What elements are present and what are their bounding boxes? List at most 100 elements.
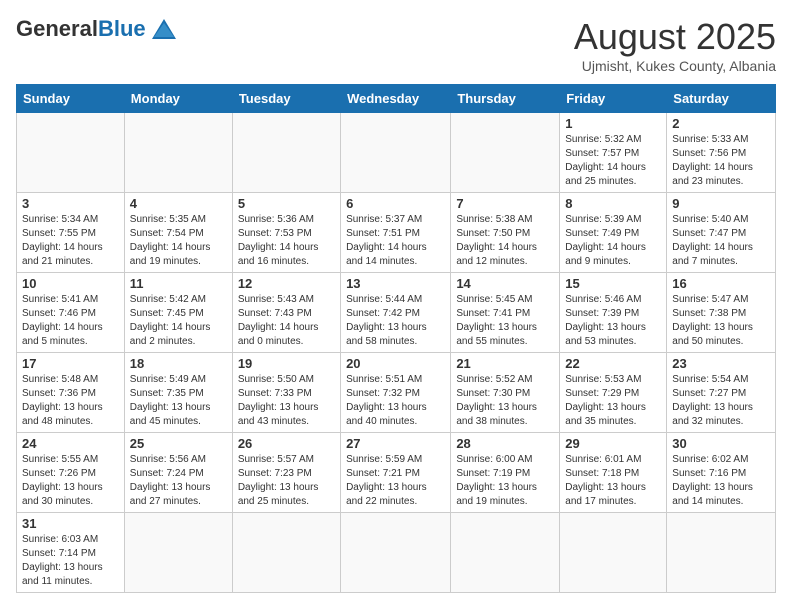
day-info: Sunrise: 5:33 AM Sunset: 7:56 PM Dayligh…	[672, 133, 770, 189]
calendar-week-row: 17 Sunrise: 5:48 AM Sunset: 7:36 PM Dayli…	[17, 353, 776, 433]
calendar-day-cell: 26 Sunrise: 5:57 AM Sunset: 7:23 PM Dayli…	[232, 433, 340, 513]
calendar-day-cell: 29 Sunrise: 6:01 AM Sunset: 7:18 PM Dayli…	[560, 433, 667, 513]
day-info: Sunrise: 5:53 AM Sunset: 7:29 PM Dayligh…	[565, 373, 661, 429]
calendar-day-cell	[232, 513, 340, 593]
day-number: 17	[22, 356, 119, 371]
calendar-body: 1 Sunrise: 5:32 AM Sunset: 7:57 PM Daylig…	[17, 113, 776, 593]
day-info: Sunrise: 5:41 AM Sunset: 7:46 PM Dayligh…	[22, 293, 119, 349]
day-info: Sunrise: 6:03 AM Sunset: 7:14 PM Dayligh…	[22, 533, 119, 589]
month-year-title: August 2025	[574, 16, 776, 58]
day-number: 22	[565, 356, 661, 371]
calendar-day-cell: 22 Sunrise: 5:53 AM Sunset: 7:29 PM Dayli…	[560, 353, 667, 433]
calendar-day-cell: 28 Sunrise: 6:00 AM Sunset: 7:19 PM Dayli…	[451, 433, 560, 513]
day-info: Sunrise: 5:43 AM Sunset: 7:43 PM Dayligh…	[238, 293, 335, 349]
day-info: Sunrise: 5:32 AM Sunset: 7:57 PM Dayligh…	[565, 133, 661, 189]
calendar-day-cell	[341, 513, 451, 593]
day-number: 1	[565, 116, 661, 131]
day-number: 14	[456, 276, 554, 291]
calendar-day-cell: 3 Sunrise: 5:34 AM Sunset: 7:55 PM Daylig…	[17, 193, 125, 273]
calendar-day-cell: 30Sunrise: 6:02 AM Sunset: 7:16 PM Dayli…	[667, 433, 776, 513]
day-info: Sunrise: 5:35 AM Sunset: 7:54 PM Dayligh…	[130, 213, 227, 269]
day-info: Sunrise: 5:39 AM Sunset: 7:49 PM Dayligh…	[565, 213, 661, 269]
day-info: Sunrise: 5:34 AM Sunset: 7:55 PM Dayligh…	[22, 213, 119, 269]
calendar-day-cell	[232, 113, 340, 193]
header-thursday: Thursday	[451, 85, 560, 113]
calendar-table: Sunday Monday Tuesday Wednesday Thursday…	[16, 84, 776, 593]
day-number: 6	[346, 196, 445, 211]
calendar-day-cell: 8Sunrise: 5:39 AM Sunset: 7:49 PM Daylig…	[560, 193, 667, 273]
calendar-day-cell	[17, 113, 125, 193]
header: General Blue August 2025 Ujmisht, Kukes …	[16, 16, 776, 74]
title-section: August 2025 Ujmisht, Kukes County, Alban…	[574, 16, 776, 74]
day-number: 23	[672, 356, 770, 371]
logo: General Blue	[16, 16, 178, 42]
day-number: 12	[238, 276, 335, 291]
day-number: 2	[672, 116, 770, 131]
calendar-day-cell	[124, 113, 232, 193]
day-number: 30	[672, 436, 770, 451]
day-number: 13	[346, 276, 445, 291]
day-info: Sunrise: 5:37 AM Sunset: 7:51 PM Dayligh…	[346, 213, 445, 269]
day-number: 20	[346, 356, 445, 371]
day-number: 27	[346, 436, 445, 451]
day-number: 10	[22, 276, 119, 291]
calendar-week-row: 10 Sunrise: 5:41 AM Sunset: 7:46 PM Dayli…	[17, 273, 776, 353]
day-info: Sunrise: 5:40 AM Sunset: 7:47 PM Dayligh…	[672, 213, 770, 269]
day-number: 24	[22, 436, 119, 451]
calendar-day-cell: 21Sunrise: 5:52 AM Sunset: 7:30 PM Dayli…	[451, 353, 560, 433]
day-info: Sunrise: 5:49 AM Sunset: 7:35 PM Dayligh…	[130, 373, 227, 429]
day-number: 15	[565, 276, 661, 291]
header-sunday: Sunday	[17, 85, 125, 113]
day-number: 18	[130, 356, 227, 371]
calendar-day-cell: 6 Sunrise: 5:37 AM Sunset: 7:51 PM Daylig…	[341, 193, 451, 273]
day-number: 3	[22, 196, 119, 211]
calendar-day-cell: 1 Sunrise: 5:32 AM Sunset: 7:57 PM Daylig…	[560, 113, 667, 193]
day-info: Sunrise: 5:50 AM Sunset: 7:33 PM Dayligh…	[238, 373, 335, 429]
day-info: Sunrise: 5:48 AM Sunset: 7:36 PM Dayligh…	[22, 373, 119, 429]
calendar-day-cell	[667, 513, 776, 593]
day-info: Sunrise: 5:59 AM Sunset: 7:21 PM Dayligh…	[346, 453, 445, 509]
day-number: 11	[130, 276, 227, 291]
calendar-day-cell: 23 Sunrise: 5:54 AM Sunset: 7:27 PM Dayli…	[667, 353, 776, 433]
calendar-day-cell: 31Sunrise: 6:03 AM Sunset: 7:14 PM Dayli…	[17, 513, 125, 593]
calendar-day-cell: 11 Sunrise: 5:42 AM Sunset: 7:45 PM Dayli…	[124, 273, 232, 353]
calendar-week-row: 3 Sunrise: 5:34 AM Sunset: 7:55 PM Daylig…	[17, 193, 776, 273]
day-number: 7	[456, 196, 554, 211]
logo-blue-text: Blue	[98, 16, 146, 42]
day-info: Sunrise: 6:00 AM Sunset: 7:19 PM Dayligh…	[456, 453, 554, 509]
day-number: 4	[130, 196, 227, 211]
calendar-day-cell: 10 Sunrise: 5:41 AM Sunset: 7:46 PM Dayli…	[17, 273, 125, 353]
day-info: Sunrise: 5:55 AM Sunset: 7:26 PM Dayligh…	[22, 453, 119, 509]
calendar-day-cell	[451, 513, 560, 593]
calendar-week-row: 24 Sunrise: 5:55 AM Sunset: 7:26 PM Dayli…	[17, 433, 776, 513]
day-number: 9	[672, 196, 770, 211]
header-friday: Friday	[560, 85, 667, 113]
day-info: Sunrise: 5:46 AM Sunset: 7:39 PM Dayligh…	[565, 293, 661, 349]
calendar-day-cell: 9 Sunrise: 5:40 AM Sunset: 7:47 PM Daylig…	[667, 193, 776, 273]
calendar-day-cell: 2 Sunrise: 5:33 AM Sunset: 7:56 PM Daylig…	[667, 113, 776, 193]
calendar-day-cell: 19 Sunrise: 5:50 AM Sunset: 7:33 PM Dayli…	[232, 353, 340, 433]
day-number: 5	[238, 196, 335, 211]
day-number: 19	[238, 356, 335, 371]
day-info: Sunrise: 6:01 AM Sunset: 7:18 PM Dayligh…	[565, 453, 661, 509]
calendar-day-cell	[451, 113, 560, 193]
calendar-day-cell: 24 Sunrise: 5:55 AM Sunset: 7:26 PM Dayli…	[17, 433, 125, 513]
calendar-day-cell: 7Sunrise: 5:38 AM Sunset: 7:50 PM Daylig…	[451, 193, 560, 273]
day-number: 29	[565, 436, 661, 451]
logo-icon	[150, 17, 178, 41]
day-info: Sunrise: 5:51 AM Sunset: 7:32 PM Dayligh…	[346, 373, 445, 429]
calendar-day-cell: 27 Sunrise: 5:59 AM Sunset: 7:21 PM Dayli…	[341, 433, 451, 513]
day-info: Sunrise: 5:52 AM Sunset: 7:30 PM Dayligh…	[456, 373, 554, 429]
day-number: 28	[456, 436, 554, 451]
day-info: Sunrise: 5:42 AM Sunset: 7:45 PM Dayligh…	[130, 293, 227, 349]
calendar-day-cell: 12 Sunrise: 5:43 AM Sunset: 7:43 PM Dayli…	[232, 273, 340, 353]
day-info: Sunrise: 5:57 AM Sunset: 7:23 PM Dayligh…	[238, 453, 335, 509]
day-info: Sunrise: 5:54 AM Sunset: 7:27 PM Dayligh…	[672, 373, 770, 429]
calendar-day-cell: 20 Sunrise: 5:51 AM Sunset: 7:32 PM Dayli…	[341, 353, 451, 433]
calendar-day-cell: 25Sunrise: 5:56 AM Sunset: 7:24 PM Dayli…	[124, 433, 232, 513]
day-info: Sunrise: 5:36 AM Sunset: 7:53 PM Dayligh…	[238, 213, 335, 269]
day-info: Sunrise: 5:47 AM Sunset: 7:38 PM Dayligh…	[672, 293, 770, 349]
day-info: Sunrise: 5:45 AM Sunset: 7:41 PM Dayligh…	[456, 293, 554, 349]
day-number: 26	[238, 436, 335, 451]
calendar-week-row: 1 Sunrise: 5:32 AM Sunset: 7:57 PM Daylig…	[17, 113, 776, 193]
